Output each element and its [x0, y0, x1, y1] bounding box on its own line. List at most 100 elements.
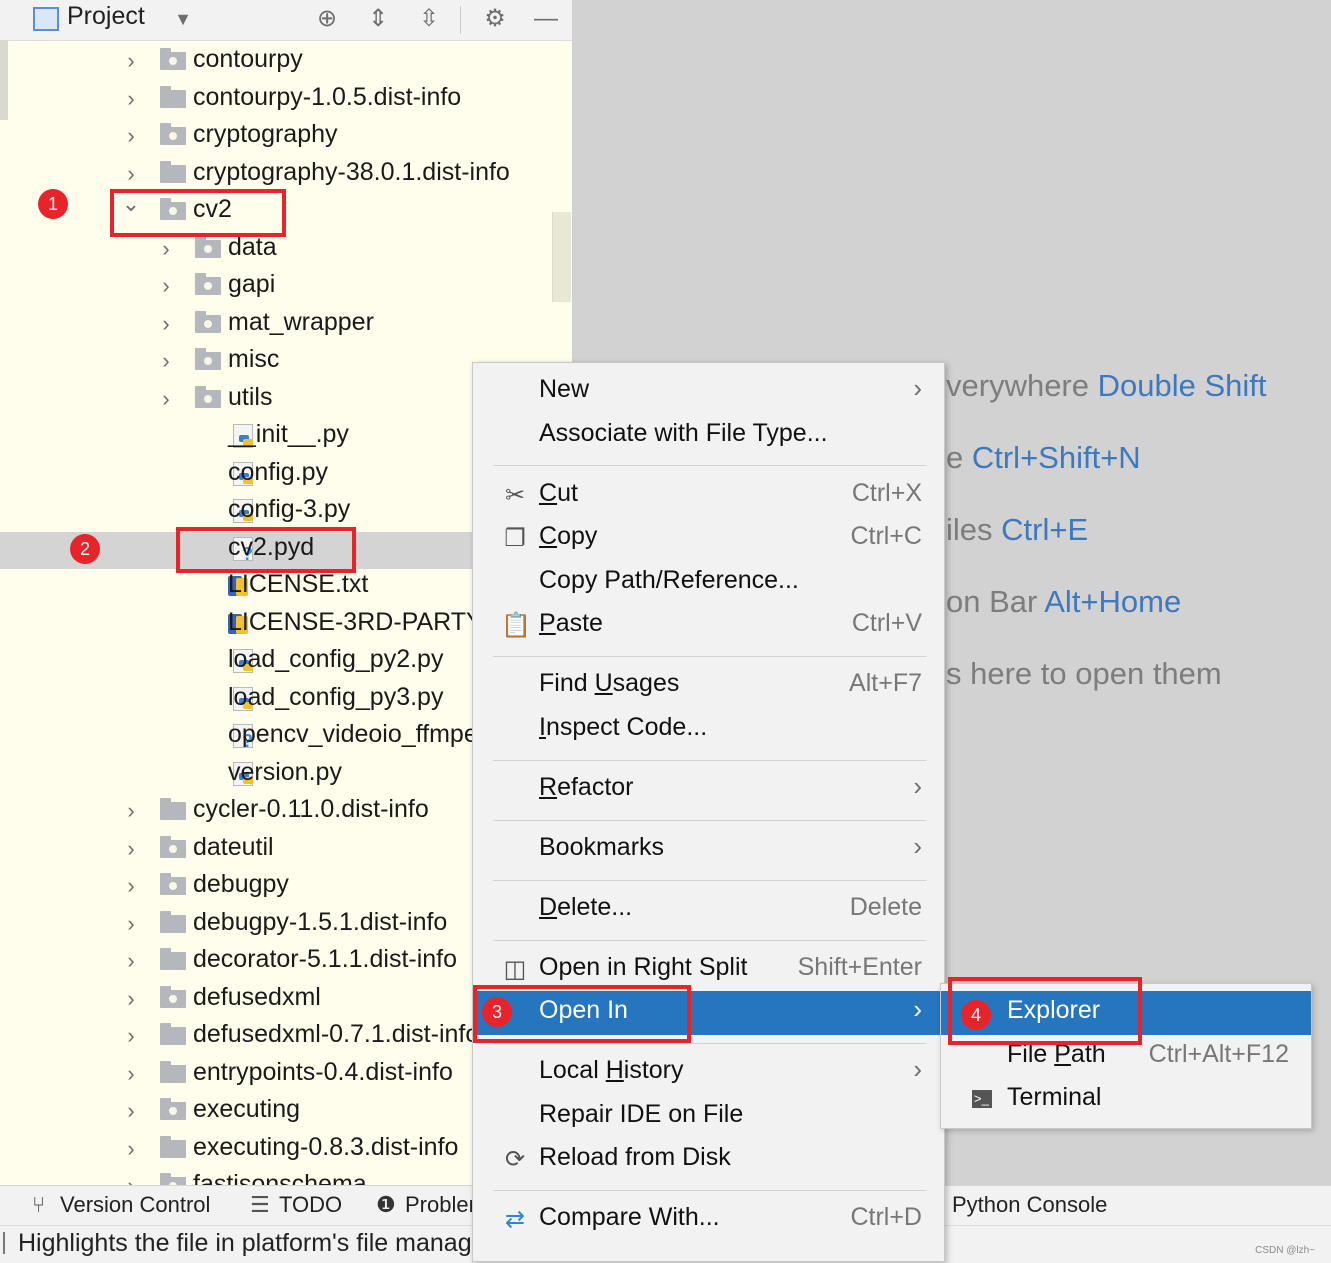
chevron-right-icon[interactable]: › — [119, 1095, 143, 1127]
menu-item-copy-path[interactable]: Copy Path/Reference... — [473, 561, 944, 605]
copy-icon: ❐ — [504, 525, 526, 552]
tree-item-label: executing-0.8.3.dist-info — [193, 1132, 459, 1161]
tree-item-label: utils — [228, 382, 273, 411]
package-folder-icon — [195, 273, 221, 295]
tree-item-label: decorator-5.1.1.dist-info — [193, 945, 458, 973]
tree-item-label: debugpy-1.5.1.dist-info — [193, 907, 448, 936]
tree-item-label: cycler-0.11.0.dist-info — [193, 795, 429, 823]
menu-item-copy[interactable]: ❐ Copy Ctrl+C — [473, 517, 944, 561]
minimize-icon[interactable]: — — [531, 4, 561, 34]
expand-all-icon[interactable]: ⇕ — [363, 4, 393, 34]
chevron-right-icon[interactable]: › — [119, 983, 143, 1015]
chevron-right-icon[interactable]: › — [119, 1170, 143, 1185]
menu-item-label: Associate with File Type... — [539, 419, 828, 447]
menu-item-bookmarks[interactable]: Bookmarks › — [473, 828, 944, 872]
chevron-right-icon[interactable]: › — [154, 383, 178, 415]
step-badge-3: 3 — [482, 997, 512, 1027]
tree-item-label: LICENSE.txt — [228, 570, 369, 598]
menu-shortcut: Ctrl+C — [850, 522, 922, 550]
tree-item-label: __init__.py — [228, 420, 349, 448]
menu-item-label: Bookmarks — [539, 833, 665, 861]
menu-separator — [493, 465, 926, 466]
chevron-right-icon[interactable]: › — [119, 120, 143, 152]
tree-row[interactable]: › gapi — [0, 269, 572, 306]
menu-item-paste[interactable]: 📋 Paste Ctrl+V — [473, 604, 944, 648]
folder-icon — [160, 910, 186, 933]
menu-item-label: Copy — [539, 522, 598, 550]
menu-item-refactor[interactable]: Refactor › — [473, 768, 944, 812]
chevron-right-icon[interactable]: › — [154, 308, 178, 340]
chevron-right-icon[interactable]: › — [119, 908, 143, 940]
hint-search-everywhere: verywhere Double Shift — [946, 368, 1267, 403]
tree-row[interactable]: › contourpy — [0, 44, 572, 81]
chevron-right-icon[interactable]: › — [154, 270, 178, 302]
chevron-right-icon[interactable]: › — [119, 1020, 143, 1052]
chevron-right-icon[interactable]: › — [119, 1133, 143, 1165]
chevron-right-icon[interactable]: › — [154, 345, 178, 377]
chevron-right-icon[interactable]: › — [119, 83, 143, 115]
watermark: CSDN @lzh~ — [1255, 1245, 1315, 1256]
tree-item-label: dateutil — [193, 832, 274, 861]
tree-row[interactable]: ⌄ cv2 — [0, 191, 572, 231]
package-folder-icon — [160, 985, 186, 1008]
tree-row[interactable]: › data — [0, 232, 572, 269]
menu-item-associate-file-type[interactable]: Associate with File Type... — [473, 414, 944, 458]
tree-item-label: config.py — [228, 457, 329, 486]
tab-python-console[interactable]: Python Console — [952, 1192, 1107, 1218]
menu-shortcut: Alt+F7 — [849, 669, 922, 697]
chevron-right-icon[interactable]: › — [119, 945, 143, 977]
tree-item-label: misc — [228, 345, 280, 373]
tree-row[interactable]: › contourpy-1.0.5.dist-info — [0, 82, 572, 119]
submenu-item-terminal[interactable]: >_ Terminal — [941, 1078, 1311, 1122]
chevron-right-icon[interactable]: › — [154, 233, 178, 265]
tab-todo[interactable]: TODO — [279, 1192, 342, 1218]
submenu-item-label: Terminal — [1007, 1083, 1102, 1111]
scissors-icon: ✂ — [504, 482, 526, 509]
chevron-right-icon[interactable]: › — [119, 795, 143, 827]
submenu-arrow-icon: › — [913, 994, 922, 1024]
folder-icon — [160, 160, 186, 183]
package-folder-icon — [195, 310, 221, 333]
menu-shortcut: Ctrl+X — [851, 479, 922, 507]
chevron-down-icon[interactable]: ▼ — [168, 4, 198, 34]
status-divider — [3, 1232, 5, 1254]
tree-item-label: LICENSE-3RD-PARTY.txt — [228, 607, 513, 636]
gear-icon[interactable]: ⚙ — [480, 4, 510, 34]
menu-item-compare-with[interactable]: ⇄ Compare With... Ctrl+D — [473, 1198, 944, 1242]
package-folder-icon — [160, 1098, 186, 1120]
folder-icon — [160, 1023, 186, 1045]
package-folder-icon — [195, 385, 221, 408]
chevron-right-icon[interactable]: › — [119, 870, 143, 902]
menu-item-local-history[interactable]: Local History › — [473, 1051, 944, 1095]
menu-item-label: New — [539, 375, 590, 403]
menu-item-delete[interactable]: Delete... Delete — [473, 888, 944, 932]
menu-shortcut: Ctrl+D — [850, 1203, 922, 1231]
menu-item-cut[interactable]: ✂ Cut Ctrl+X — [473, 474, 944, 518]
chevron-right-icon[interactable]: › — [119, 1058, 143, 1090]
chevron-right-icon[interactable]: › — [119, 833, 143, 865]
project-view-icon — [33, 7, 59, 31]
menu-item-label: Reload from Disk — [539, 1143, 731, 1171]
locate-icon[interactable]: ⊕ — [312, 4, 342, 34]
menu-item-inspect-code[interactable]: Inspect Code... — [473, 708, 944, 752]
tab-version-control[interactable]: Version Control — [60, 1192, 210, 1218]
menu-item-label: Inspect Code... — [539, 713, 708, 741]
menu-item-new[interactable]: New › — [473, 370, 944, 414]
menu-item-find-usages[interactable]: Find Usages Alt+F7 — [473, 664, 944, 708]
hint-recent-files: iles Ctrl+E — [946, 512, 1089, 547]
chevron-right-icon[interactable]: › — [119, 158, 143, 190]
highlight-cv2-folder — [110, 189, 286, 237]
tree-row[interactable]: › cryptography-38.0.1.dist-info — [0, 157, 572, 194]
status-message: Highlights the file in platform's file m… — [18, 1229, 494, 1257]
folder-icon — [160, 1135, 186, 1158]
tree-item-label: cryptography — [193, 120, 338, 148]
tree-row[interactable]: › cryptography — [0, 119, 572, 156]
chevron-right-icon[interactable]: › — [119, 45, 143, 77]
menu-separator — [493, 880, 926, 881]
tree-row[interactable]: › mat_wrapper — [0, 307, 572, 344]
step-badge-4: 4 — [961, 1000, 991, 1030]
menu-item-repair-ide[interactable]: Repair IDE on File — [473, 1095, 944, 1139]
collapse-all-icon[interactable]: ⇳ — [414, 4, 444, 34]
highlight-cv2-pyd — [176, 527, 356, 573]
menu-item-reload-from-disk[interactable]: ⟳ Reload from Disk — [473, 1138, 944, 1182]
